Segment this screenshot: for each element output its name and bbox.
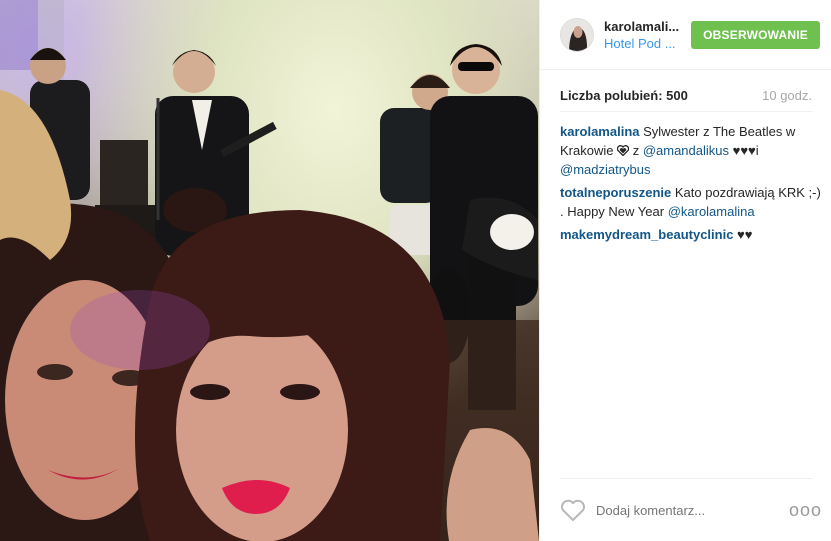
black-heart-emoji-icon — [616, 145, 630, 157]
comment-username[interactable]: totalneporuszenie — [560, 185, 671, 200]
comment-text: z — [629, 143, 643, 158]
like-count[interactable]: Liczba polubień: 500 — [560, 88, 688, 103]
location-link[interactable]: Hotel Pod ... — [604, 36, 686, 51]
post-header: karolamali... Hotel Pod ... OBSERWOWANIE — [540, 0, 831, 70]
photo-illustration — [0, 0, 539, 541]
comment-username[interactable]: makemydream_beautyclinic — [560, 227, 733, 242]
heart-outline-icon[interactable] — [560, 498, 586, 522]
mention-link[interactable]: @madziatrybus — [560, 162, 651, 177]
comment-text: ♥♥ — [733, 227, 753, 242]
username-link[interactable]: karolamali... — [604, 19, 686, 34]
avatar-image — [561, 18, 593, 51]
comment-item: totalneporuszenie Kato pozdrawiają KRK ;… — [560, 183, 822, 221]
post-side-panel: karolamali... Hotel Pod ... OBSERWOWANIE… — [539, 0, 831, 541]
post-footer: ooo — [560, 478, 821, 541]
avatar[interactable] — [560, 17, 594, 52]
comment-username[interactable]: karolamalina — [560, 124, 640, 139]
mention-link[interactable]: @karolamalina — [668, 204, 755, 219]
follow-button[interactable]: OBSERWOWANIE — [691, 20, 820, 49]
add-comment-input[interactable] — [596, 502, 776, 518]
mention-link[interactable]: @amandalikus — [643, 143, 729, 158]
more-options-icon[interactable]: ooo — [789, 500, 822, 521]
comment-item: makemydream_beautyclinic ♥♥ — [560, 225, 822, 244]
instagram-post: karolamali... Hotel Pod ... OBSERWOWANIE… — [0, 0, 831, 541]
comment-text: ♥♥♥i — [729, 143, 759, 158]
post-time[interactable]: 10 godz. — [762, 88, 812, 103]
comment-item: karolamalina Sylwester z The Beatles w K… — [560, 122, 822, 179]
post-stats: Liczba polubień: 500 10 godz. — [560, 80, 812, 112]
comment-list: karolamalina Sylwester z The Beatles w K… — [560, 122, 822, 248]
post-photo[interactable] — [0, 0, 539, 541]
user-info: karolamali... Hotel Pod ... — [604, 19, 691, 51]
